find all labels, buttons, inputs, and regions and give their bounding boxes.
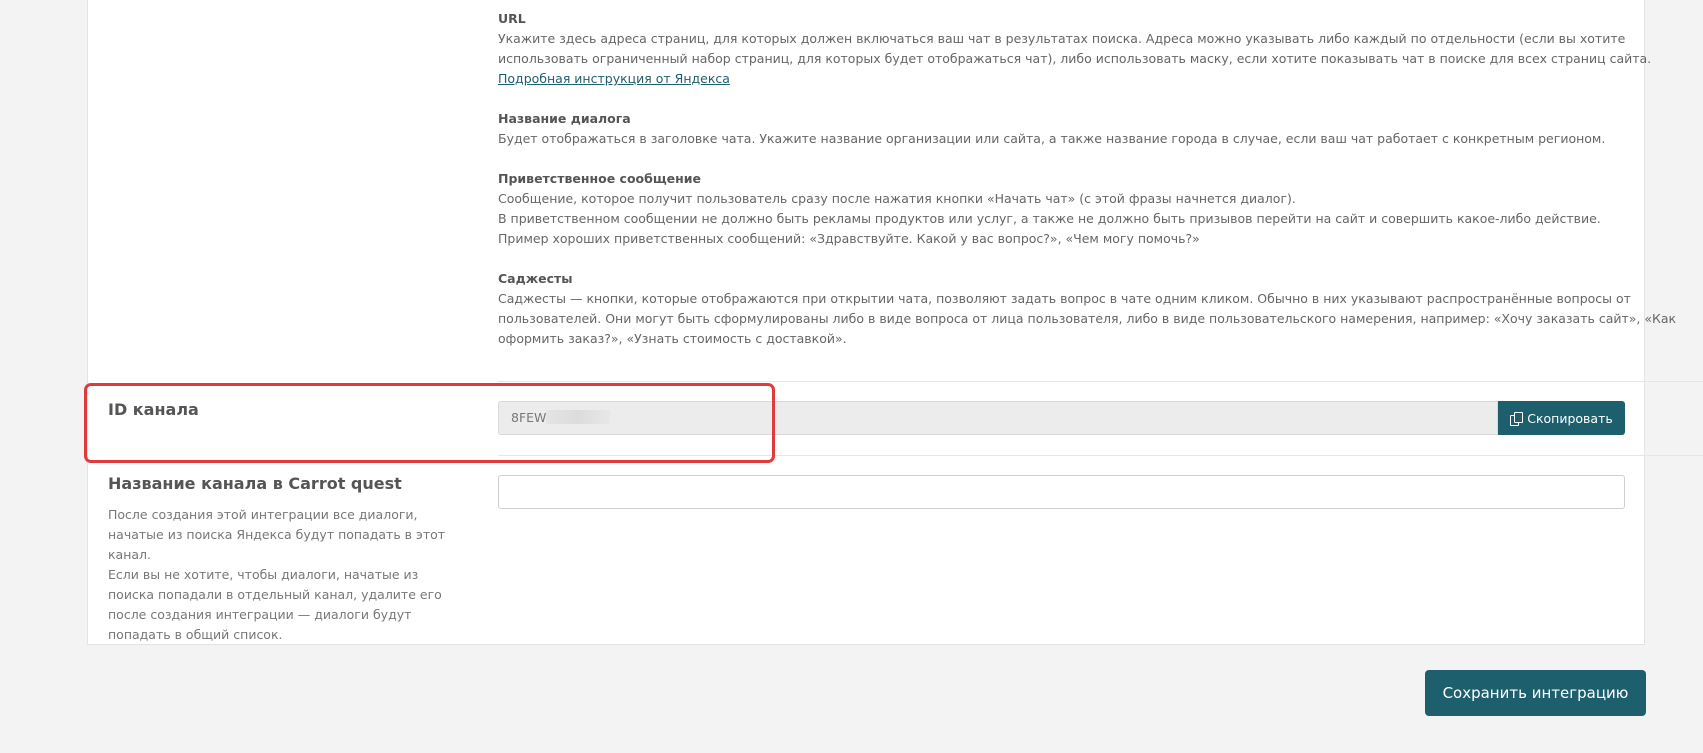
help-title-dialog-name: Название диалога <box>498 111 631 126</box>
help-section-suggests: Саджесты Саджесты — кнопки, которые отоб… <box>498 269 1703 349</box>
help-section-dialog-name: Название диалога Будет отображаться в за… <box>498 109 1703 149</box>
channel-name-description-1: После создания этой интеграции все диало… <box>108 507 446 562</box>
help-title-url: URL <box>498 11 526 26</box>
copy-button-label: Скопировать <box>1527 410 1613 426</box>
copy-icon <box>1510 411 1524 426</box>
help-text-suggests: Саджесты — кнопки, которые отображаются … <box>498 291 1677 346</box>
channel-id-value: 8FEW <box>511 410 547 425</box>
copy-button[interactable]: Скопировать <box>1498 401 1625 435</box>
help-section-greeting: Приветственное сообщение Сообщение, кото… <box>498 169 1703 249</box>
help-text-url: Укажите здесь адреса страниц, для которы… <box>498 31 1652 66</box>
divider <box>498 381 1703 382</box>
help-text-block: URL Укажите здесь адреса страниц, для ко… <box>498 9 1703 369</box>
help-title-greeting: Приветственное сообщение <box>498 171 702 186</box>
help-text-greeting-2: В приветственном сообщении не должно быт… <box>498 211 1601 226</box>
channel-name-description: После создания этой интеграции все диало… <box>108 505 458 645</box>
help-text-dialog-name: Будет отображаться в заголовке чата. Ука… <box>498 131 1606 146</box>
help-section-url: URL Укажите здесь адреса страниц, для ко… <box>498 9 1703 89</box>
blurred-id-mask <box>546 410 611 424</box>
settings-card: URL Укажите здесь адреса страниц, для ко… <box>87 0 1703 645</box>
help-text-greeting-1: Сообщение, которое получит пользователь … <box>498 191 1296 206</box>
channel-name-input[interactable] <box>498 475 1625 509</box>
channel-id-field[interactable]: 8FEW <box>498 401 1498 435</box>
help-text-greeting-3: Пример хороших приветственных сообщений:… <box>498 231 1200 246</box>
yandex-instruction-link[interactable]: Подробная инструкция от Яндекса <box>498 71 730 86</box>
channel-name-description-2: Если вы не хотите, чтобы диалоги, начаты… <box>108 567 442 642</box>
channel-name-label: Название канала в Carrot quest <box>108 474 402 493</box>
help-title-suggests: Саджесты <box>498 271 573 286</box>
channel-id-label: ID канала <box>108 400 199 419</box>
divider <box>498 455 1703 456</box>
save-integration-button[interactable]: Сохранить интеграцию <box>1425 670 1646 716</box>
